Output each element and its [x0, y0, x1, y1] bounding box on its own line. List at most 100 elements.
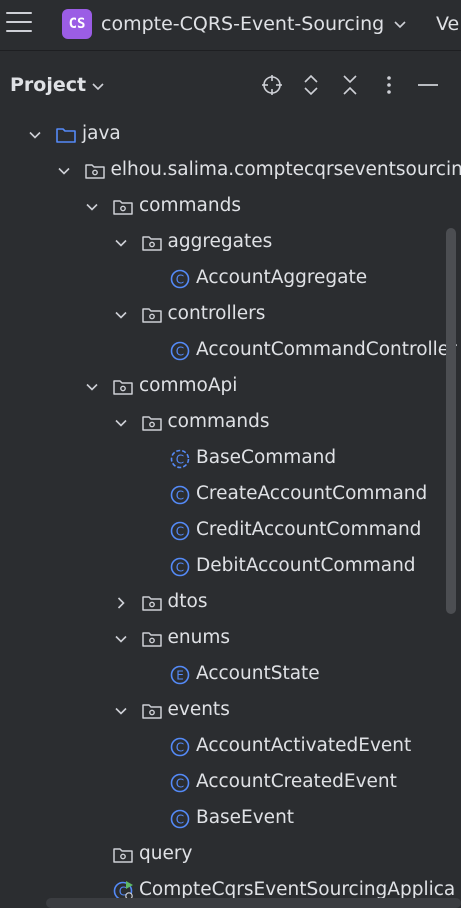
- tree-node-label: BaseEvent: [196, 807, 295, 828]
- package-icon: [112, 377, 134, 397]
- tree-node[interactable]: commands: [0, 189, 461, 225]
- vcs-widget[interactable]: Ve: [436, 13, 459, 35]
- tree-node[interactable]: query: [0, 837, 461, 873]
- svg-text:C: C: [176, 813, 184, 827]
- class-icon: C: [169, 557, 191, 577]
- package-icon: [141, 305, 163, 325]
- tree-node[interactable]: C AccountCreatedEvent: [0, 765, 461, 801]
- tree-node-label: CompteCqrsEventSourcingApplica: [139, 879, 456, 900]
- package-icon: [141, 701, 163, 721]
- tree-node[interactable]: aggregates: [0, 225, 461, 261]
- package-icon: [112, 197, 134, 217]
- tree-node-label: CreateAccountCommand: [196, 483, 428, 504]
- tree-node[interactable]: C AccountAggregate: [0, 261, 461, 297]
- chevron-down-icon[interactable]: [84, 379, 100, 395]
- svg-text:C: C: [176, 561, 184, 575]
- tree-node[interactable]: E AccountState: [0, 657, 461, 693]
- chevron-down-icon[interactable]: [113, 631, 129, 647]
- expand-all-icon[interactable]: [298, 72, 324, 98]
- chevron-down-icon[interactable]: [113, 415, 129, 431]
- tree-node[interactable]: C CreateAccountCommand: [0, 477, 461, 513]
- more-icon[interactable]: [376, 72, 402, 98]
- tree-node-label: BaseCommand: [196, 447, 337, 468]
- tree-node-label: query: [139, 843, 193, 864]
- tree-node[interactable]: elhou.salima.comptecqrseventsourcin: [0, 153, 461, 189]
- tree-node-label: events: [167, 699, 230, 720]
- tree-node-label: CreditAccountCommand: [196, 519, 422, 540]
- tree-node[interactable]: commoApi: [0, 369, 461, 405]
- svg-text:C: C: [176, 525, 184, 539]
- title-bar: CS compte-CQRS-Event-Sourcing Ve: [0, 0, 461, 51]
- project-toolbar: Project: [0, 62, 461, 108]
- enum-icon: E: [169, 665, 191, 685]
- chevron-down-icon[interactable]: [84, 199, 100, 215]
- chevron-right-icon[interactable]: [113, 595, 129, 611]
- tree-node[interactable]: commands: [0, 405, 461, 441]
- tree-node[interactable]: dtos: [0, 585, 461, 621]
- class-icon: C: [169, 737, 191, 757]
- panel-title[interactable]: Project: [10, 74, 86, 96]
- tree-node-label: dtos: [167, 591, 208, 612]
- tree-node[interactable]: C CreditAccountCommand: [0, 513, 461, 549]
- tree-node-label: aggregates: [167, 231, 273, 252]
- tree-node-label: commoApi: [139, 375, 238, 396]
- svg-text:C: C: [176, 273, 184, 287]
- tree-node-label: commands: [167, 411, 270, 432]
- package-icon: [141, 413, 163, 433]
- project-name[interactable]: compte-CQRS-Event-Sourcing: [101, 13, 384, 35]
- project-tree[interactable]: java elhou.salima.comptecqrseventsourcin c…: [0, 117, 461, 908]
- tree-node[interactable]: C BaseEvent: [0, 801, 461, 837]
- tree-node-label: commands: [139, 195, 241, 216]
- source-folder-icon: [55, 125, 77, 145]
- tree-node-label: controllers: [167, 303, 266, 324]
- chevron-down-icon[interactable]: [56, 163, 72, 179]
- tree-node[interactable]: C AccountCommandController: [0, 333, 461, 369]
- svg-text:C: C: [176, 345, 184, 359]
- abstract-class-icon: C: [169, 449, 191, 469]
- chevron-down-icon[interactable]: [392, 16, 408, 32]
- chevron-down-icon[interactable]: [113, 235, 129, 251]
- class-icon: C: [169, 809, 191, 829]
- svg-text:C: C: [176, 741, 184, 755]
- minimize-icon[interactable]: [415, 72, 441, 98]
- tree-node[interactable]: C DebitAccountCommand: [0, 549, 461, 585]
- package-icon: [141, 233, 163, 253]
- class-icon: C: [169, 521, 191, 541]
- locate-icon[interactable]: [259, 72, 285, 98]
- class-icon: C: [169, 269, 191, 289]
- package-icon: [141, 593, 163, 613]
- tree-node-label: AccountActivatedEvent: [196, 735, 412, 756]
- tree-node[interactable]: events: [0, 693, 461, 729]
- svg-text:E: E: [176, 669, 184, 683]
- tree-node-label: DebitAccountCommand: [196, 555, 416, 576]
- chevron-down-icon[interactable]: [113, 703, 129, 719]
- tree-node-label: AccountCreatedEvent: [196, 771, 397, 792]
- package-icon: [112, 845, 134, 865]
- project-badge[interactable]: CS: [62, 9, 92, 39]
- class-icon: C: [169, 485, 191, 505]
- svg-text:C: C: [176, 453, 184, 467]
- main-menu-icon[interactable]: [6, 12, 32, 34]
- svg-text:C: C: [176, 489, 184, 503]
- collapse-all-icon[interactable]: [337, 72, 363, 98]
- tree-node-label: AccountState: [196, 663, 320, 684]
- horizontal-scrollbar[interactable]: [46, 898, 461, 908]
- tree-node-label: AccountAggregate: [196, 267, 368, 288]
- tree-node[interactable]: C AccountActivatedEvent: [0, 729, 461, 765]
- tree-node[interactable]: controllers: [0, 297, 461, 333]
- tree-node[interactable]: C BaseCommand: [0, 441, 461, 477]
- class-icon: C: [169, 341, 191, 361]
- tree-node-label: enums: [167, 627, 231, 648]
- package-icon: [141, 629, 163, 649]
- tree-node-label: elhou.salima.comptecqrseventsourcin: [110, 159, 461, 180]
- chevron-down-icon[interactable]: [27, 127, 43, 143]
- tree-node-label: AccountCommandController: [196, 339, 457, 360]
- vertical-scrollbar[interactable]: [446, 228, 456, 614]
- svg-text:C: C: [176, 777, 184, 791]
- tree-node[interactable]: enums: [0, 621, 461, 657]
- package-icon: [84, 161, 106, 181]
- chevron-down-icon[interactable]: [113, 307, 129, 323]
- chevron-down-icon[interactable]: [90, 78, 106, 94]
- class-icon: C: [169, 773, 191, 793]
- tree-node[interactable]: java: [0, 117, 461, 153]
